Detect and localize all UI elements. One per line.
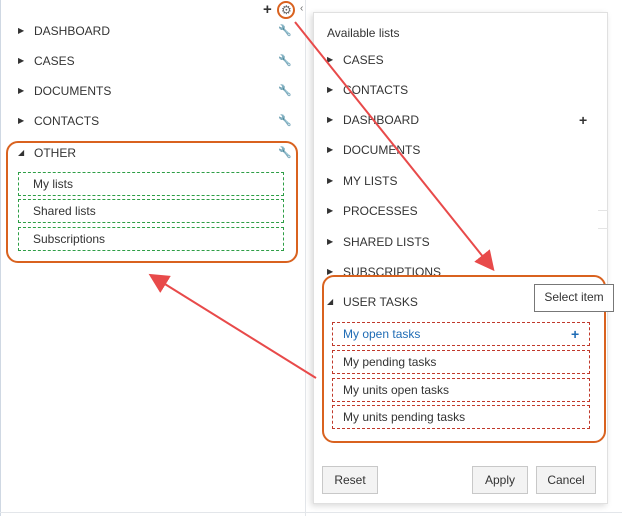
annotation-arrows — [148, 21, 495, 379]
arrow-to-other-section — [148, 273, 317, 379]
arrow-to-user-tasks — [294, 21, 495, 272]
